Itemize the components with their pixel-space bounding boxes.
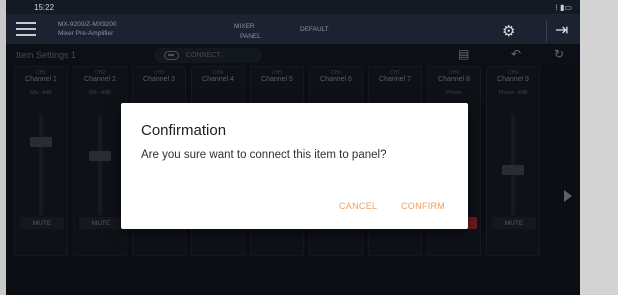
logout-icon[interactable]: ⇥ bbox=[546, 20, 568, 42]
app-bar: MX-9200/Z-MX9200 Mixer Pre-Amplifier MIX… bbox=[6, 14, 580, 44]
menu-icon[interactable] bbox=[16, 22, 36, 36]
app-screen: 15:22 ⁝ ▮▭ MX-9200/Z-MX9200 Mixer Pre-Am… bbox=[6, 0, 580, 295]
status-time: 15:22 bbox=[34, 2, 55, 12]
status-icons: ⁝ ▮▭ bbox=[555, 2, 572, 12]
confirmation-dialog: Confirmation Are you sure want to connec… bbox=[121, 103, 468, 229]
model-line-2: Mixer Pre-Amplifier bbox=[58, 30, 114, 37]
device-bezel bbox=[580, 0, 618, 295]
model-line-1: MX-9200/Z-MX9200 bbox=[58, 21, 117, 28]
mixer-line-1: MIXER bbox=[234, 23, 255, 30]
gear-icon[interactable]: ⚙ bbox=[502, 22, 515, 40]
confirm-button[interactable]: CONFIRM bbox=[401, 201, 445, 211]
preset-label: DEFAULT bbox=[300, 26, 329, 33]
dialog-message: Are you sure want to connect this item t… bbox=[141, 149, 387, 161]
dialog-title: Confirmation bbox=[141, 122, 227, 139]
device-model: MX-9200/Z-MX9200 Mixer Pre-Amplifier bbox=[58, 20, 117, 38]
status-bar: 15:22 ⁝ ▮▭ bbox=[6, 0, 580, 14]
mixer-line-2: PANEL bbox=[240, 33, 261, 40]
cancel-button[interactable]: CANCEL bbox=[339, 201, 377, 211]
mixer-panel-label: MIXER PANEL bbox=[234, 22, 261, 42]
